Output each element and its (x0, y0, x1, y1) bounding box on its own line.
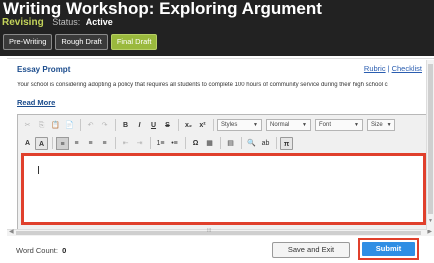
essay-text-area[interactable] (21, 153, 426, 225)
paste-text-icon[interactable]: 📄 (63, 119, 76, 132)
chevron-down-icon: ▼ (253, 122, 258, 128)
toolbar-row-2: A A ≡ ≡ ≡ ≡ ⇤ ⇥ 1≡ •≡ Ω ▦ ▤ 🔍 ab π (21, 136, 294, 150)
essay-prompt-heading: Essay Prompt (17, 65, 71, 74)
underline-button[interactable]: U (147, 119, 160, 132)
format-dropdown[interactable]: Normal ▼ (266, 119, 311, 131)
magnifier-icon[interactable]: 🔍 (245, 137, 258, 150)
status-line: Revising Status: Active (2, 17, 113, 28)
align-right-icon[interactable]: ≡ (84, 137, 97, 150)
rich-text-editor: ✂ ⎘ 📋 📄 ↶ ↷ B I U S x₂ x² Styles ▼ Normal… (17, 114, 431, 230)
tab-final-draft[interactable]: Final Draft (110, 34, 158, 50)
text-color-button[interactable]: A (21, 137, 34, 150)
chevron-down-icon: ▼ (386, 122, 392, 128)
align-left-icon[interactable]: ≡ (56, 136, 69, 150)
toolbar-row-1: ✂ ⎘ 📋 📄 ↶ ↷ B I U S x₂ x² Styles ▼ Normal… (21, 118, 399, 132)
scroll-grip-icon: ⁞⁞⁞ (207, 228, 212, 234)
replace-icon[interactable]: ab (259, 137, 272, 150)
cut-icon[interactable]: ✂ (21, 119, 34, 132)
background-color-button[interactable]: A (35, 136, 48, 150)
phase-label: Revising (2, 17, 44, 28)
footer-bar: Word Count: 0 Save and Exit Submit (0, 236, 434, 263)
bulleted-list-icon[interactable]: •≡ (168, 137, 181, 150)
numbered-list-icon[interactable]: 1≡ (154, 137, 167, 150)
word-count-value: 0 (62, 246, 67, 255)
essay-panel: Essay Prompt Rubric | Checklist Your schoo… (7, 58, 434, 236)
workshop-header: Writing Workshop: Exploring Argument Rev… (0, 0, 434, 56)
toolbar-divider (150, 137, 151, 149)
toolbar-divider (115, 137, 116, 149)
justify-icon[interactable]: ≡ (98, 137, 111, 150)
pi-icon[interactable]: π (280, 136, 293, 150)
scroll-thumb[interactable] (428, 64, 433, 214)
toolbar-divider (115, 119, 116, 131)
toolbar-divider (276, 137, 277, 149)
size-dropdown[interactable]: Size ▼ (367, 119, 395, 131)
scroll-left-icon[interactable]: ◀ (9, 228, 14, 235)
bold-button[interactable]: B (119, 119, 132, 132)
chevron-down-icon: ▼ (354, 122, 359, 128)
toolbar-divider (80, 119, 81, 131)
redo-icon[interactable]: ↷ (98, 119, 111, 132)
vertical-scrollbar[interactable]: ▼ (426, 60, 434, 230)
toolbar-divider (213, 119, 214, 131)
scroll-down-icon[interactable]: ▼ (428, 218, 433, 224)
link-separator: | (387, 64, 390, 73)
chevron-down-icon: ▼ (302, 122, 307, 128)
font-dropdown[interactable]: Font ▼ (315, 119, 363, 131)
italic-button[interactable]: I (133, 119, 146, 132)
copy-icon[interactable]: ⎘ (35, 119, 48, 132)
table-icon[interactable]: ▦ (203, 137, 216, 150)
save-and-exit-button[interactable]: Save and Exit (272, 242, 350, 258)
size-value: Size (371, 122, 383, 128)
font-value: Font (319, 122, 332, 128)
submit-button[interactable]: Submit (362, 242, 415, 256)
source-icon[interactable]: ▤ (224, 137, 237, 150)
status-label: Status: (52, 17, 81, 27)
submit-highlight: Submit (358, 238, 419, 260)
text-caret (38, 166, 39, 174)
rubric-link[interactable]: Rubric (364, 64, 386, 73)
paste-icon[interactable]: 📋 (49, 119, 62, 132)
scroll-thumb[interactable] (16, 231, 421, 235)
strikethrough-button[interactable]: S (161, 119, 174, 132)
styles-value: Styles (221, 122, 238, 128)
word-count: Word Count: 0 (16, 246, 66, 255)
subscript-button[interactable]: x₂ (182, 119, 195, 132)
tab-pre-writing[interactable]: Pre-Writing (3, 34, 53, 50)
toolbar-divider (220, 137, 221, 149)
read-more-link[interactable]: Read More (17, 98, 55, 107)
outdent-icon[interactable]: ⇤ (119, 137, 132, 150)
styles-dropdown[interactable]: Styles ▼ (217, 119, 262, 131)
special-character-icon[interactable]: Ω (189, 137, 202, 150)
word-count-label: Word Count: (16, 246, 58, 255)
checklist-link[interactable]: Checklist (392, 64, 422, 73)
toolbar-divider (178, 119, 179, 131)
horizontal-scrollbar[interactable]: ◀ ⁞⁞⁞ ▶ (7, 228, 434, 236)
status-value: Active (85, 17, 113, 27)
undo-icon[interactable]: ↶ (84, 119, 97, 132)
indent-icon[interactable]: ⇥ (133, 137, 146, 150)
essay-prompt-text: Your school is considering adopting a po… (17, 82, 388, 88)
toolbar-divider (241, 137, 242, 149)
tab-rough-draft[interactable]: Rough Draft (55, 34, 108, 50)
toolbar-divider (185, 137, 186, 149)
toolbar-divider (52, 137, 53, 149)
align-center-icon[interactable]: ≡ (70, 137, 83, 150)
prompt-links: Rubric | Checklist (364, 64, 422, 73)
step-tabs: Pre-Writing Rough Draft Final Draft (3, 34, 158, 50)
format-value: Normal (270, 122, 290, 128)
superscript-button[interactable]: x² (196, 119, 209, 132)
